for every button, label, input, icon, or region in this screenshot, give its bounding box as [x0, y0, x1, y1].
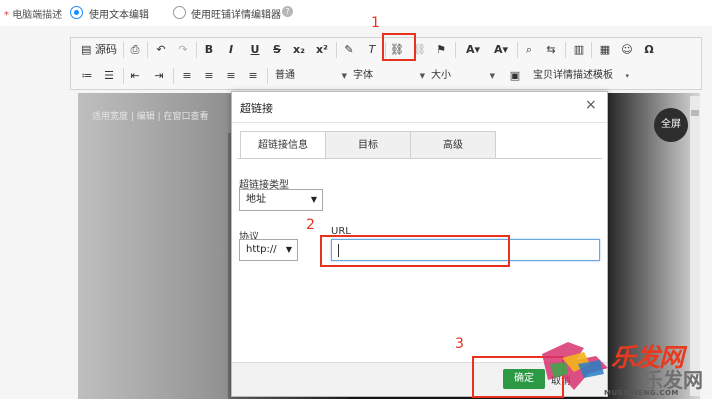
source-icon: ▤ [81, 43, 92, 56]
content-hint-text: 适用宽度 | 编辑 | 在窗口查看 [92, 112, 209, 122]
chevron-down-icon: ▼ [285, 245, 292, 254]
font-family-value: 字体 [353, 70, 373, 81]
italic-icon[interactable]: I [223, 41, 239, 59]
chevron-down-icon: ▼ [489, 72, 495, 80]
chevron-down-icon: ▾ [625, 72, 629, 80]
required-star: * [4, 10, 9, 21]
watermark-url: MUSICHENG.COM [604, 389, 679, 397]
description-label: * 电脑端描述 [4, 6, 62, 21]
annotation-box-link [382, 33, 416, 61]
source-label: 源码 [94, 43, 117, 56]
anchor-flag-icon[interactable]: ⚑ [433, 41, 449, 59]
chevron-down-icon: ▼ [419, 72, 425, 80]
detail-template-value: 宝贝详情描述模板 [533, 70, 613, 81]
replace-icon[interactable]: ⇆ [543, 41, 559, 59]
image-icon[interactable]: ▣ [507, 67, 523, 85]
ordered-list-icon[interactable]: ≔ [79, 67, 95, 85]
watermark-bird-logo [542, 342, 608, 390]
tab-target[interactable]: 目标 [325, 131, 411, 159]
table-icon[interactable]: ▦ [597, 41, 613, 59]
fullscreen-button[interactable]: 全屏 [654, 108, 688, 142]
description-option-bar: * 电脑端描述 使用文本编辑 使用旺铺详情编辑器 ? [0, 0, 712, 26]
annotation-number-1: 1 [371, 15, 380, 31]
preview-icon[interactable]: ⎙ [127, 41, 143, 59]
align-right-icon[interactable]: ≡ [223, 67, 239, 85]
find-icon[interactable]: ⌕ [521, 41, 537, 59]
toolbar-divider [173, 68, 174, 84]
outdent-icon[interactable]: ⇤ [127, 67, 143, 85]
text-editor-radio[interactable] [70, 6, 83, 19]
format-brush-icon[interactable]: ✎ [341, 41, 357, 59]
bullet-list-icon[interactable]: ☰ [101, 67, 117, 85]
text-color-icon[interactable]: A▾ [461, 41, 485, 59]
chevron-down-icon: ▼ [341, 72, 347, 80]
dialog-title: 超链接 [240, 102, 273, 115]
description-label-text: 电脑端描述 [12, 10, 63, 21]
font-size-value: 大小 [431, 70, 451, 81]
annotation-box-url [320, 235, 510, 267]
toolbar-divider [147, 42, 148, 58]
chevron-down-icon: ▼ [310, 195, 317, 204]
indent-icon[interactable]: ⇥ [151, 67, 167, 85]
dialog-header-divider [232, 122, 607, 123]
background-color-icon[interactable]: A▾ [489, 41, 513, 59]
tab-advanced[interactable]: 高级 [410, 131, 496, 159]
paragraph-format-dropdown[interactable]: 普通 ▼ [275, 67, 349, 85]
annotation-number-3: 3 [455, 336, 464, 352]
product-photo-left [78, 93, 238, 399]
toolbar-divider [267, 68, 268, 84]
tab-underline [237, 158, 602, 159]
clear-format-icon[interactable]: T [364, 41, 380, 59]
link-type-select[interactable]: 地址 ▼ [239, 189, 323, 211]
strikethrough-icon[interactable]: S [269, 41, 285, 59]
link-type-value: 地址 [246, 194, 266, 205]
align-left-icon[interactable]: ≡ [179, 67, 195, 85]
toolbar-divider [591, 42, 592, 58]
toolbar-divider [336, 42, 337, 58]
toolbar-divider [123, 68, 124, 84]
toolbar-divider [123, 42, 124, 58]
bold-icon[interactable]: B [201, 41, 217, 59]
wangpu-editor-radio[interactable] [173, 6, 186, 19]
page-break-icon[interactable]: ▥ [571, 41, 587, 59]
detail-template-dropdown[interactable]: 宝贝详情描述模板 ▾ [533, 67, 629, 85]
align-justify-icon[interactable]: ≡ [245, 67, 261, 85]
editor-scrollbar[interactable] [690, 96, 700, 396]
wangpu-editor-option-label[interactable]: 使用旺铺详情编辑器 [191, 6, 281, 21]
underline-icon[interactable]: U [247, 41, 263, 59]
source-button[interactable]: ▤ 源码 [79, 41, 119, 59]
paragraph-format-value: 普通 [275, 70, 295, 81]
editor-scroll-thumb[interactable] [691, 110, 699, 116]
font-family-dropdown[interactable]: 字体 ▼ [353, 67, 427, 85]
smiley-icon[interactable]: ☺ [619, 41, 635, 59]
superscript-icon[interactable]: x² [314, 41, 330, 59]
annotation-number-2: 2 [306, 217, 315, 233]
font-size-dropdown[interactable]: 大小 ▼ [431, 67, 497, 85]
help-icon[interactable]: ? [282, 6, 293, 17]
text-editor-option-label[interactable]: 使用文本编辑 [89, 6, 149, 21]
align-center-icon[interactable]: ≡ [201, 67, 217, 85]
subscript-icon[interactable]: x₂ [291, 41, 307, 59]
toolbar-divider [455, 42, 456, 58]
close-icon[interactable]: × [585, 98, 597, 112]
protocol-value: http:// [246, 244, 277, 255]
protocol-select[interactable]: http:// ▼ [239, 239, 298, 261]
tab-link-info[interactable]: 超链接信息 [240, 131, 326, 159]
special-char-icon[interactable]: Ω [641, 41, 657, 59]
redo-icon[interactable]: ↷ [175, 41, 191, 59]
toolbar-divider [196, 42, 197, 58]
toolbar-divider [565, 42, 566, 58]
undo-icon[interactable]: ↶ [153, 41, 169, 59]
toolbar-divider [517, 42, 518, 58]
